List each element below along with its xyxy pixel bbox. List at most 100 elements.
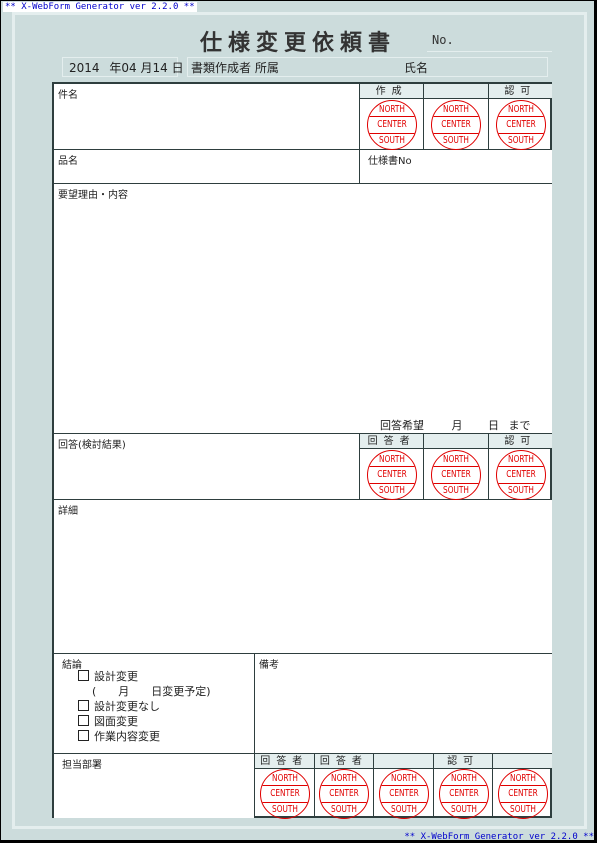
stamp-divider bbox=[499, 784, 548, 786]
conclusion-option-no-design-change[interactable]: 設計変更なし bbox=[78, 698, 160, 714]
approval-stamp-cell[interactable]: NORTH CENTER SOUTH bbox=[313, 768, 374, 819]
approval-header: 作成 bbox=[359, 84, 424, 99]
spec-no-field[interactable]: 仕様書No bbox=[359, 150, 552, 184]
stamp-divider bbox=[368, 115, 417, 117]
product-field[interactable]: 品名 bbox=[54, 150, 359, 184]
document-number-field[interactable]: No. bbox=[427, 33, 552, 52]
department-label: 担当部署 bbox=[62, 760, 102, 771]
checkbox-icon[interactable] bbox=[78, 670, 89, 681]
stamp-text: CENTER bbox=[329, 787, 360, 799]
approval-header: 認可 bbox=[487, 434, 552, 449]
stamp-divider bbox=[260, 801, 309, 803]
stamp-text: CENTER bbox=[377, 118, 407, 130]
stamp-text: SOUTH bbox=[443, 134, 470, 146]
approval-block-bottom: 回答者 NORTH CENTER SOUTH 回答者 NORTH CENTER SOUTH NO… bbox=[254, 754, 552, 819]
approval-stamp-cell[interactable]: NORTH CENTER SOUTH bbox=[373, 768, 433, 819]
approval-stamp-cell[interactable]: NORTH CENTER SOUTH bbox=[359, 449, 423, 500]
approval-header bbox=[373, 754, 433, 769]
stamp-text: NORTH bbox=[391, 772, 417, 784]
date-day-unit: 日 bbox=[171, 61, 184, 75]
stamp-text: SOUTH bbox=[379, 134, 406, 146]
approval-stamp: NORTH CENTER SOUTH bbox=[378, 768, 429, 819]
conclusion-option-work-change[interactable]: 作業内容変更 bbox=[78, 728, 160, 744]
request-form: 件名 作成 NORTH CENTER SOUTH NORTH CENTER SOUTH 認可 N… bbox=[52, 82, 552, 819]
approval-header bbox=[492, 754, 552, 769]
stamp-text: CENTER bbox=[448, 787, 479, 799]
stamp-text: SOUTH bbox=[450, 803, 477, 815]
approval-stamp: NORTH CENTER SOUTH bbox=[367, 449, 418, 500]
date-year-unit: 年 bbox=[109, 61, 122, 75]
subject-field[interactable]: 件名 bbox=[54, 84, 359, 150]
remarks-label: 備考 bbox=[259, 660, 279, 671]
approval-stamp: NORTH CENTER SOUTH bbox=[259, 768, 310, 819]
checkbox-icon[interactable] bbox=[78, 715, 89, 726]
stamp-divider bbox=[496, 115, 545, 117]
stamp-text: CENTER bbox=[506, 468, 536, 480]
approval-stamp-cell[interactable]: NORTH CENTER SOUTH bbox=[254, 768, 314, 819]
stamp-divider bbox=[320, 801, 369, 803]
stamp-text: CENTER bbox=[441, 118, 472, 130]
stamp-text: NORTH bbox=[443, 453, 470, 465]
spec-no-label: 仕様書No bbox=[368, 156, 412, 167]
option-label: 設計変更なし bbox=[94, 700, 160, 713]
reply-hope-label: 回答希望 bbox=[380, 419, 424, 432]
stamp-divider bbox=[368, 482, 417, 484]
generator-banner-bottom: ** X-WebForm Generator ver 2.2.0 ** bbox=[404, 832, 594, 842]
stamp-text: SOUTH bbox=[331, 803, 358, 815]
approval-stamp-cell[interactable]: NORTH CENTER SOUTH bbox=[432, 768, 493, 819]
approval-stamp-cell[interactable]: NORTH CENTER SOUTH bbox=[359, 99, 423, 150]
request-reason-field[interactable]: 要望理由・内容 回答希望 月 日 まで bbox=[54, 184, 552, 434]
approval-header bbox=[423, 84, 488, 99]
date-field[interactable]: 2014 年04 月14 日 bbox=[62, 57, 184, 77]
stamp-divider bbox=[499, 801, 548, 803]
department-field[interactable]: 担当部署 bbox=[54, 754, 254, 818]
detail-field[interactable]: 詳細 bbox=[54, 500, 552, 654]
approval-header: 回答者 bbox=[359, 434, 424, 449]
conclusion-option-drawing-change[interactable]: 図面変更 bbox=[78, 713, 138, 729]
reply-hope-line: 回答希望 月 日 まで bbox=[380, 417, 531, 433]
stamp-text: NORTH bbox=[331, 772, 358, 784]
stamp-text: CENTER bbox=[508, 787, 538, 799]
reply-hope-until: まで bbox=[508, 419, 531, 432]
approval-stamp-cell[interactable]: NORTH CENTER SOUTH bbox=[487, 449, 552, 500]
stamp-divider bbox=[432, 465, 481, 467]
remarks-field[interactable]: 備考 bbox=[254, 654, 552, 754]
generator-banner-top: ** X-WebForm Generator ver 2.2.0 ** bbox=[3, 2, 197, 12]
reply-label: 回答(検討結果) bbox=[58, 440, 126, 451]
approval-header: 回答者 bbox=[313, 754, 374, 769]
reply-field[interactable]: 回答(検討結果) bbox=[54, 434, 359, 500]
approval-stamp: NORTH CENTER SOUTH bbox=[498, 768, 549, 819]
stamp-text: CENTER bbox=[389, 787, 419, 799]
reply-hope-month-unit: 月 bbox=[451, 419, 463, 432]
date-year: 2014 bbox=[69, 61, 100, 75]
stamp-divider bbox=[432, 132, 481, 134]
stamp-text: SOUTH bbox=[379, 484, 406, 496]
approval-stamp-cell[interactable]: NORTH CENTER SOUTH bbox=[423, 449, 487, 500]
approval-stamp-cell[interactable]: NORTH CENTER SOUTH bbox=[423, 99, 487, 150]
option-label: 図面変更 bbox=[94, 715, 138, 728]
stamp-text: CENTER bbox=[506, 118, 536, 130]
checkbox-icon[interactable] bbox=[78, 730, 89, 741]
stamp-text: SOUTH bbox=[391, 803, 417, 815]
approval-stamp-cell[interactable]: NORTH CENTER SOUTH bbox=[492, 768, 552, 819]
stamp-text: SOUTH bbox=[507, 134, 534, 146]
stamp-divider bbox=[379, 784, 428, 786]
stamp-divider bbox=[496, 482, 545, 484]
stamp-text: SOUTH bbox=[443, 484, 470, 496]
stamp-divider bbox=[260, 784, 309, 786]
stamp-text: NORTH bbox=[443, 103, 470, 115]
approval-stamp: NORTH CENTER SOUTH bbox=[438, 768, 489, 819]
approval-stamp: NORTH CENTER SOUTH bbox=[319, 768, 370, 819]
approval-stamp: NORTH CENTER SOUTH bbox=[495, 449, 546, 500]
approval-stamp-cell[interactable]: NORTH CENTER SOUTH bbox=[487, 99, 552, 150]
detail-label: 詳細 bbox=[58, 506, 78, 517]
stamp-divider bbox=[496, 465, 545, 467]
checkbox-icon[interactable] bbox=[78, 700, 89, 711]
author-field[interactable]: 書類作成者 所属 氏名 bbox=[187, 57, 548, 77]
stamp-divider bbox=[432, 115, 481, 117]
approval-header: 認可 bbox=[432, 754, 493, 769]
conclusion-schedule: ( 月 日変更予定) bbox=[92, 685, 211, 698]
author-name-label: 氏名 bbox=[404, 61, 429, 75]
stamp-text: SOUTH bbox=[271, 803, 298, 815]
conclusion-option-design-change[interactable]: 設計変更 bbox=[78, 668, 138, 684]
